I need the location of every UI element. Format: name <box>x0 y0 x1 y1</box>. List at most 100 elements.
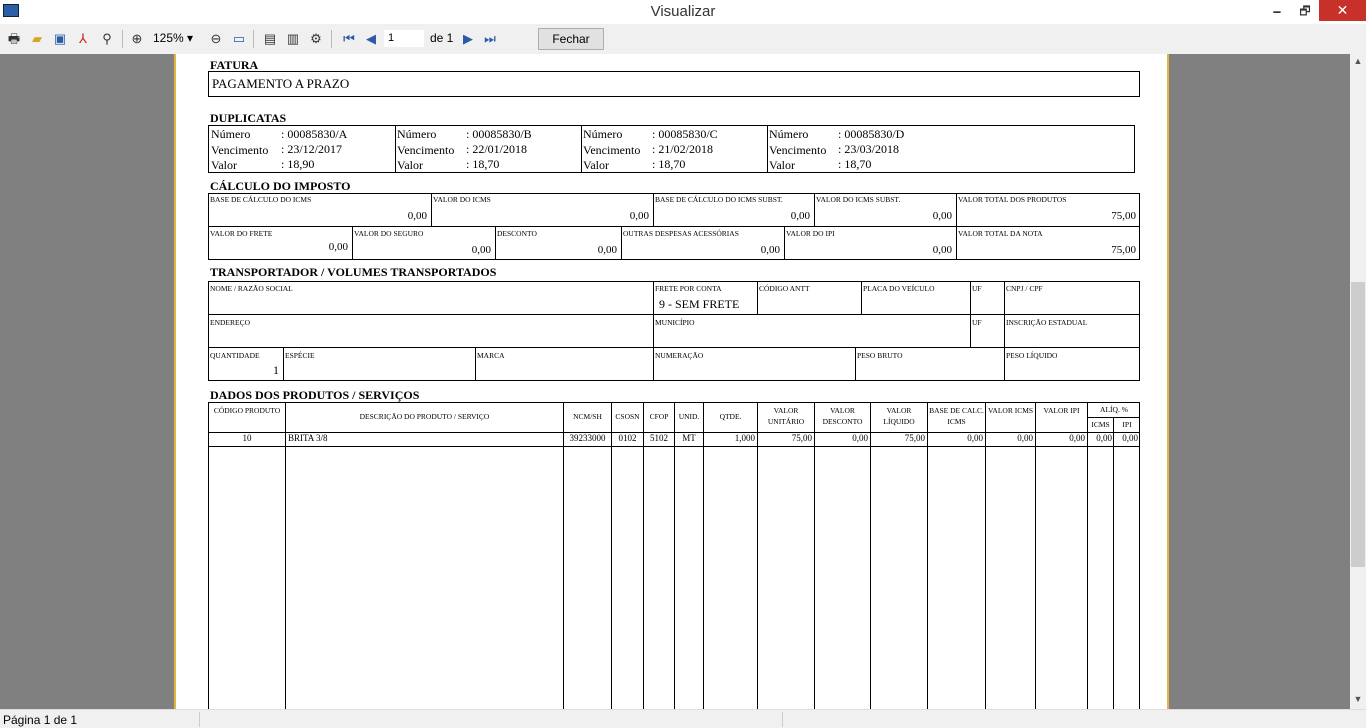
field-text: Valor <box>583 158 609 172</box>
field-text: : 18,70 <box>838 157 872 171</box>
field-text: : 00085830/C <box>652 127 718 141</box>
field-text: VALOR ICMS <box>987 406 1034 415</box>
field-text: VALOR DESCONTO <box>822 406 863 426</box>
field-text: UF <box>972 284 982 293</box>
valor-icms-value: 0,00 <box>629 210 649 222</box>
page-input[interactable]: 1 <box>384 30 424 47</box>
zoom-in-icon[interactable]: ⊕ <box>128 30 146 47</box>
quantidade-value: 1 <box>273 363 279 377</box>
field-text: IPI <box>1122 420 1132 429</box>
field-text: BASE DE CÁLCULO DO ICMS <box>210 195 312 204</box>
field-text: 10 <box>242 433 252 443</box>
prev-page-icon[interactable]: ◀ <box>362 30 380 47</box>
field-text: VALOR TOTAL DOS PRODUTOS <box>958 195 1067 204</box>
two-page-icon[interactable]: ▥ <box>284 30 302 47</box>
close-button[interactable]: ✕ <box>1319 0 1366 21</box>
status-text: Página 1 de 1 <box>3 713 78 727</box>
field-text: 39233000 <box>569 433 606 443</box>
field-text: Vencimento <box>211 143 269 157</box>
field-text: UNID. <box>678 412 700 421</box>
field-text: VALOR DO IPI <box>786 229 835 238</box>
valor-seguro-value: 0,00 <box>471 244 491 256</box>
field-text: PLACA DO VEÍCULO <box>863 284 935 293</box>
base-icms-subst-value: 0,00 <box>790 210 810 222</box>
field-text: 75,00 <box>904 433 925 443</box>
field-text: VALOR TOTAL DA NOTA <box>958 229 1043 238</box>
pdf-icon[interactable]: ⅄ <box>74 30 92 47</box>
first-page-icon[interactable]: ⏮ <box>340 30 358 47</box>
field-text: 0,00 <box>967 433 983 443</box>
save-icon[interactable]: ▣ <box>51 30 69 47</box>
one-page-icon[interactable]: ▤ <box>261 30 279 47</box>
produtos-title: DADOS DOS PRODUTOS / SERVIÇOS <box>210 388 420 402</box>
field-text: Vencimento <box>769 143 827 157</box>
scroll-down-icon[interactable]: ▼ <box>1350 694 1366 704</box>
zoom-value: 125% <box>153 31 184 45</box>
valor-total-produtos-value: 75,00 <box>1111 210 1136 222</box>
field-text: DESCRIÇÃO DO PRODUTO / SERVIÇO <box>359 412 490 421</box>
field-text: Vencimento <box>583 143 641 157</box>
field-text: 0,00 <box>1096 433 1112 443</box>
field-text: 1,000 <box>734 433 755 443</box>
title-bar: Visualizar 🗕 🗗 ✕ <box>0 0 1366 24</box>
imposto-title: CÁLCULO DO IMPOSTO <box>210 179 351 193</box>
field-text: NOME / RAZÃO SOCIAL <box>210 284 293 293</box>
page-of-label: de 1 <box>430 31 454 45</box>
field-text: UF <box>972 318 982 327</box>
field-text: Número <box>769 127 809 141</box>
field-text: CSOSN <box>615 412 640 421</box>
field-text: VALOR DO FRETE <box>210 229 273 238</box>
field-text: Valor <box>769 158 795 172</box>
duplicatas-title: DUPLICATAS <box>210 111 287 125</box>
desconto-value: 0,00 <box>597 244 617 256</box>
zoom-select[interactable]: 125% ▾ <box>153 31 201 47</box>
field-text: CÓDIGO PRODUTO <box>213 406 281 415</box>
field-text: : 23/12/2017 <box>281 142 343 156</box>
field-text: ESPÉCIE <box>285 351 315 360</box>
field-text: 0102 <box>618 433 637 443</box>
field-text: Número <box>397 127 437 141</box>
base-calculo-icms-value: 0,00 <box>407 210 427 222</box>
valor-ipi-value: 0,00 <box>932 244 952 256</box>
field-text: Valor <box>397 158 423 172</box>
last-page-icon[interactable]: ⏭ <box>481 30 499 47</box>
field-text: 75,00 <box>791 433 812 443</box>
fit-icon[interactable]: ▭ <box>230 30 248 47</box>
settings-icon[interactable]: ⚙ <box>307 30 325 47</box>
scroll-up-icon[interactable]: ▲ <box>1350 56 1366 66</box>
field-text: MARCA <box>477 351 505 360</box>
field-text: VALOR LÍQUIDO <box>883 406 915 426</box>
field-text: BRITA 3/8 <box>288 433 328 443</box>
scroll-thumb[interactable] <box>1351 282 1365 567</box>
field-text: 0,00 <box>1122 433 1138 443</box>
field-text: PESO LÍQUIDO <box>1006 351 1058 360</box>
field-text: DESCONTO <box>497 229 537 238</box>
field-text: : 18,70 <box>466 157 500 171</box>
field-text: VALOR DO SEGURO <box>354 229 424 238</box>
outras-despesas-value: 0,00 <box>760 244 780 256</box>
fechar-button[interactable]: Fechar <box>538 28 604 50</box>
field-text: CÓDIGO ANTT <box>759 284 810 293</box>
preview-viewport[interactable]: FATURA PAGAMENTO A PRAZO DUPLICATAS Núme… <box>0 54 1350 709</box>
minimize-button[interactable]: 🗕 <box>1263 0 1291 22</box>
next-page-icon[interactable]: ▶ <box>459 30 477 47</box>
toolbar: 🖶 ▰ ▣ ⅄ ⚲ ⊕ 125% ▾ ⊖ ▭ ▤ ▥ ⚙ ⏮ ◀ 1 de 1 … <box>0 24 1366 54</box>
open-icon[interactable]: ▰ <box>28 30 46 47</box>
duplicatas-box: Número Vencimento Valor : 00085830/A : 2… <box>208 125 1135 173</box>
frete-por-conta-value: 9 - SEM FRETE <box>659 297 740 311</box>
print-icon[interactable]: 🖶 <box>5 30 23 47</box>
find-icon[interactable]: ⚲ <box>98 30 116 47</box>
field-text: CFOP <box>649 412 669 421</box>
field-text: VALOR DO ICMS <box>433 195 491 204</box>
field-text: Vencimento <box>397 143 455 157</box>
field-text: VALOR UNITÁRIO <box>767 406 805 426</box>
zoom-out-icon[interactable]: ⊖ <box>207 30 225 47</box>
field-text: ENDEREÇO <box>210 318 250 327</box>
field-text: INSCRIÇÃO ESTADUAL <box>1006 318 1088 327</box>
field-text: : 18,70 <box>652 157 686 171</box>
field-text: MUNICÍPIO <box>655 318 695 327</box>
document-page: FATURA PAGAMENTO A PRAZO DUPLICATAS Núme… <box>174 54 1169 709</box>
vertical-scrollbar[interactable]: ▲ ▼ <box>1350 54 1366 709</box>
field-text: : 21/02/2018 <box>652 142 714 156</box>
maximize-button[interactable]: 🗗 <box>1291 0 1319 22</box>
